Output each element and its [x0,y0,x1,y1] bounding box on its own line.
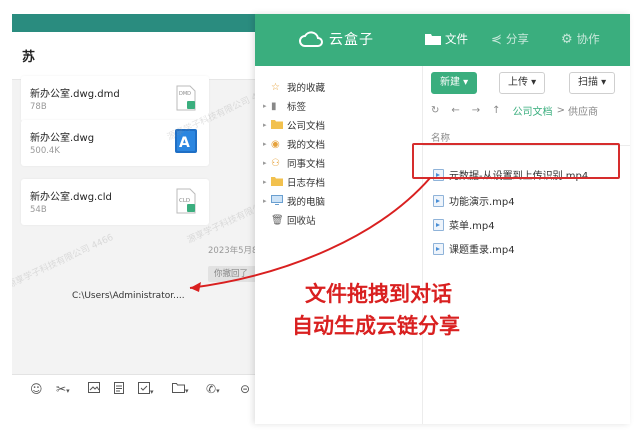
drag-arrow [189,177,431,292]
annotation-line-2: 自动生成云链分享 [292,314,460,338]
annotation-line-1: 文件拖拽到对话 [305,282,452,306]
screenshot-root: 苏 新办公室.dwg.dmd 78B DMD 新办公室.dwg 500.4K A… [0,0,640,437]
